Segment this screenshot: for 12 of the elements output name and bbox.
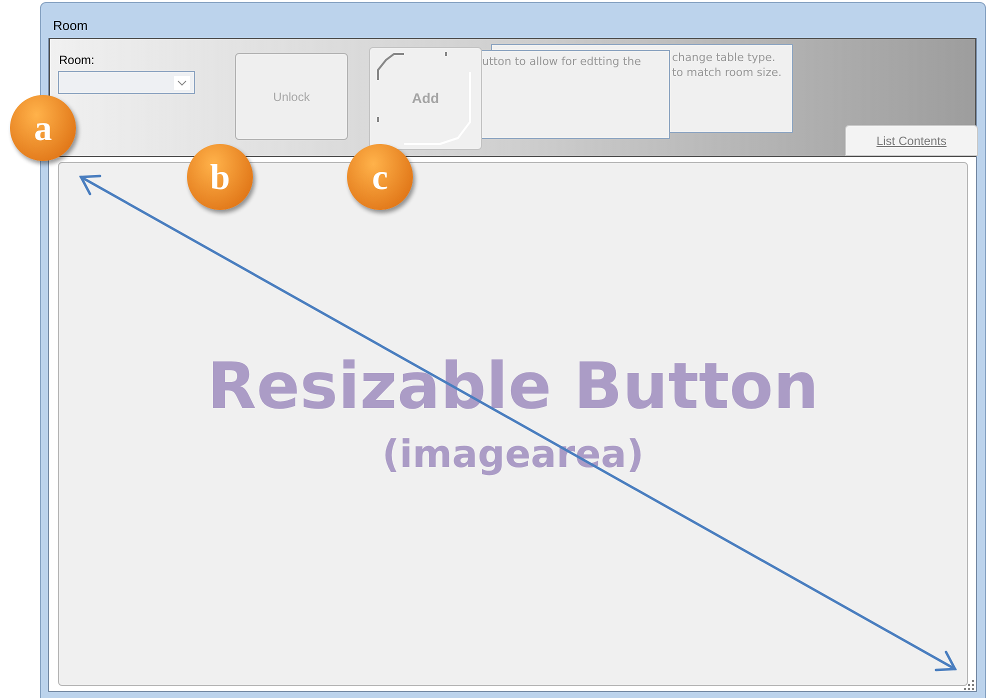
chevron-down-icon	[174, 76, 190, 90]
note-text: utton to allow for edtting the	[482, 54, 642, 69]
add-button[interactable]: Add	[369, 47, 482, 150]
room-label: Room:	[59, 52, 94, 69]
note-text: to match room size.	[672, 65, 782, 80]
note-text: change table type.	[672, 50, 776, 65]
list-contents-tab[interactable]: List Contents	[845, 125, 978, 156]
callout-badge: a	[10, 95, 76, 161]
room-dropdown[interactable]	[58, 71, 195, 94]
resize-grip-icon[interactable]	[964, 680, 976, 692]
window-title: Room	[53, 17, 88, 35]
unlock-button[interactable]: Unlock	[235, 53, 348, 140]
